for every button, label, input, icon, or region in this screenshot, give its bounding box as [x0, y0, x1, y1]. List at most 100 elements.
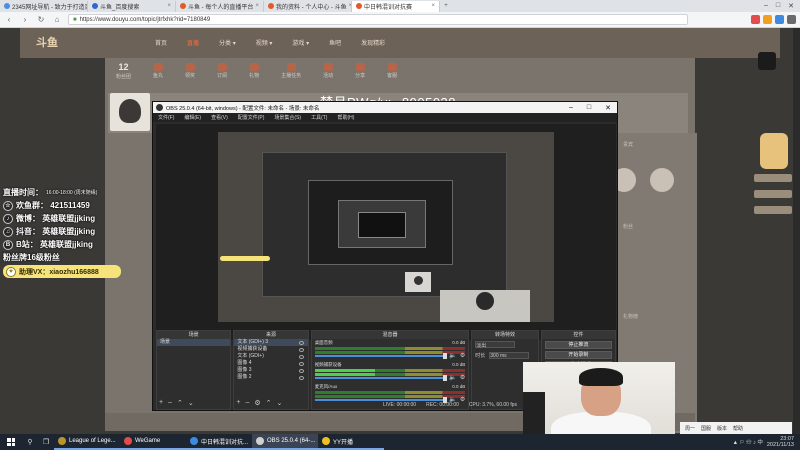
obs-menu-item[interactable]: 编辑(E)	[184, 114, 201, 121]
task-view-icon[interactable]: ❐	[38, 438, 54, 446]
browser-tab[interactable]: 斗鱼 - 每个人的直播平台 ×	[176, 0, 264, 12]
tab-close-icon[interactable]: ×	[431, 3, 435, 9]
slider-handle[interactable]	[442, 353, 447, 359]
obs-minimize-button[interactable]: –	[569, 104, 573, 112]
eye-icon[interactable]	[298, 361, 304, 366]
site-nav-item[interactable]: 发现精彩	[361, 38, 385, 47]
url-field[interactable]: ■ https://www.douyu.com/topic/jtrfxhk?ri…	[68, 14, 688, 25]
source-item[interactable]: 图像 4	[234, 360, 307, 367]
start-button[interactable]	[0, 434, 22, 450]
site-nav-item[interactable]: 直播	[187, 38, 199, 47]
subnav-item[interactable]: 订阅	[217, 63, 227, 79]
subnav-item[interactable]: 客服	[387, 63, 397, 79]
down-icon[interactable]: ⌄	[188, 399, 194, 407]
search-icon[interactable]: ⚲	[22, 438, 38, 446]
obs-menu-item[interactable]: 场景集合(S)	[274, 114, 301, 121]
new-tab-button[interactable]: +	[440, 3, 452, 9]
slider-handle[interactable]	[442, 375, 447, 381]
home-button[interactable]: ⌂	[52, 15, 62, 24]
refresh-button[interactable]: ↻	[36, 15, 46, 24]
gear-icon[interactable]: ⚙	[254, 399, 260, 407]
close-button[interactable]: ✕	[788, 2, 794, 10]
speaker-icon[interactable]: 🔈	[449, 374, 456, 381]
obs-menu-item[interactable]: 配置文件(P)	[238, 114, 265, 121]
site-nav-item[interactable]: 鱼吧	[329, 38, 341, 47]
subnav-item[interactable]: 分享	[355, 63, 365, 79]
eye-icon[interactable]	[298, 368, 304, 373]
taskbar-item[interactable]: 中日韩混训对抗...	[186, 434, 252, 450]
up-icon[interactable]: ⌃	[177, 399, 183, 407]
taskbar-item[interactable]: YY开播	[318, 434, 384, 450]
fan-avatar[interactable]	[650, 168, 674, 192]
subnav-item[interactable]: 活动	[323, 63, 333, 79]
source-item[interactable]: 图像 3	[234, 367, 307, 374]
subnav-item[interactable]: 主播任务	[281, 63, 301, 79]
obs-menu-item[interactable]: 查看(V)	[211, 114, 228, 121]
site-nav-item[interactable]: 视频 ▾	[256, 38, 273, 47]
back-button[interactable]: ‹	[4, 15, 14, 24]
streamer-avatar[interactable]	[110, 93, 150, 131]
eye-icon[interactable]	[298, 340, 304, 345]
browser-tab[interactable]: 中日韩混训对抗赛 ×	[352, 0, 440, 12]
page-scrollbar[interactable]	[793, 28, 800, 434]
tray-icons[interactable]: ▲ ⚐ ☏ ♪ 中	[733, 438, 763, 446]
remove-icon[interactable]: –	[245, 399, 249, 407]
eye-icon[interactable]	[298, 347, 304, 352]
taskbar-item[interactable]: WeGame	[120, 434, 186, 450]
speaker-icon[interactable]: 🔈	[449, 352, 456, 359]
subnav-item[interactable]: 鱼丸	[153, 63, 163, 79]
volume-slider[interactable]	[314, 353, 447, 359]
scene-item[interactable]: 场景	[157, 339, 231, 346]
tab-close-icon[interactable]: ×	[167, 3, 171, 9]
notification-item[interactable]: 国服	[701, 425, 711, 432]
obs-control-button[interactable]: 停止推流	[544, 341, 613, 349]
subnav-item[interactable]: 礼物	[249, 63, 259, 79]
menu-icon[interactable]	[787, 15, 796, 24]
add-icon[interactable]: +	[159, 399, 163, 407]
obs-preview[interactable]	[156, 124, 616, 340]
extension-icon[interactable]	[763, 15, 772, 24]
obs-control-button[interactable]: 开始录制	[544, 351, 613, 359]
up-icon[interactable]: ⌃	[266, 399, 272, 407]
clock[interactable]: 23:07 2021/11/13	[767, 436, 794, 448]
extension-icon[interactable]	[751, 15, 760, 24]
notification-item[interactable]: 周一	[685, 425, 695, 432]
source-item[interactable]: 文本 (GDI+) 3	[234, 339, 308, 346]
minimize-button[interactable]: –	[764, 2, 768, 10]
subnav-item[interactable]: 12 粉丝团	[116, 62, 131, 80]
preview-canvas[interactable]	[218, 132, 554, 322]
remove-icon[interactable]: –	[168, 399, 172, 407]
eye-icon[interactable]	[298, 354, 304, 359]
side-button[interactable]	[754, 190, 792, 198]
source-item[interactable]: 图像 2	[234, 374, 307, 381]
obs-menu-item[interactable]: 工具(T)	[311, 114, 327, 121]
down-icon[interactable]: ⌄	[277, 399, 283, 407]
gear-icon[interactable]: ⚙	[460, 352, 465, 359]
site-logo[interactable]: 斗鱼	[36, 34, 58, 50]
add-icon[interactable]: +	[236, 399, 240, 407]
site-nav-item[interactable]: 分类 ▾	[219, 38, 236, 47]
notification-item[interactable]: 版本	[717, 425, 727, 432]
taskbar-item[interactable]: League of Lege...	[54, 434, 120, 450]
volume-slider[interactable]	[314, 375, 447, 381]
volume-slider[interactable]	[314, 397, 447, 403]
browser-tab[interactable]: 2345网址导航 - 致力于打造百×	[0, 0, 88, 12]
obs-maximize-button[interactable]: □	[587, 104, 591, 112]
browser-tab[interactable]: 我的资料 - 个人中心 - 斗鱼 ×	[264, 0, 352, 12]
transition-select[interactable]: 淡出	[475, 341, 516, 349]
side-button[interactable]	[754, 174, 792, 182]
site-nav-item[interactable]: 首页	[155, 38, 167, 47]
obs-close-button[interactable]: ✕	[605, 104, 611, 112]
obs-menu-item[interactable]: 帮助(H)	[337, 114, 354, 121]
extension-icon[interactable]	[775, 15, 784, 24]
eye-icon[interactable]	[298, 375, 304, 380]
site-nav-item[interactable]: 游戏 ▾	[292, 38, 309, 47]
obs-menu-item[interactable]: 文件(F)	[158, 114, 174, 121]
mascot-icon[interactable]	[760, 133, 788, 169]
notification-item[interactable]: 帮助	[733, 425, 743, 432]
duration-field[interactable]: 300 ms	[489, 352, 530, 359]
source-item[interactable]: 视频捕获设备	[234, 346, 307, 353]
source-item[interactable]: 文本 (GDI+)	[234, 353, 307, 360]
gear-icon[interactable]: ⚙	[460, 374, 465, 381]
taskbar-item[interactable]: OBS 25.0.4 (64-...	[252, 434, 318, 450]
